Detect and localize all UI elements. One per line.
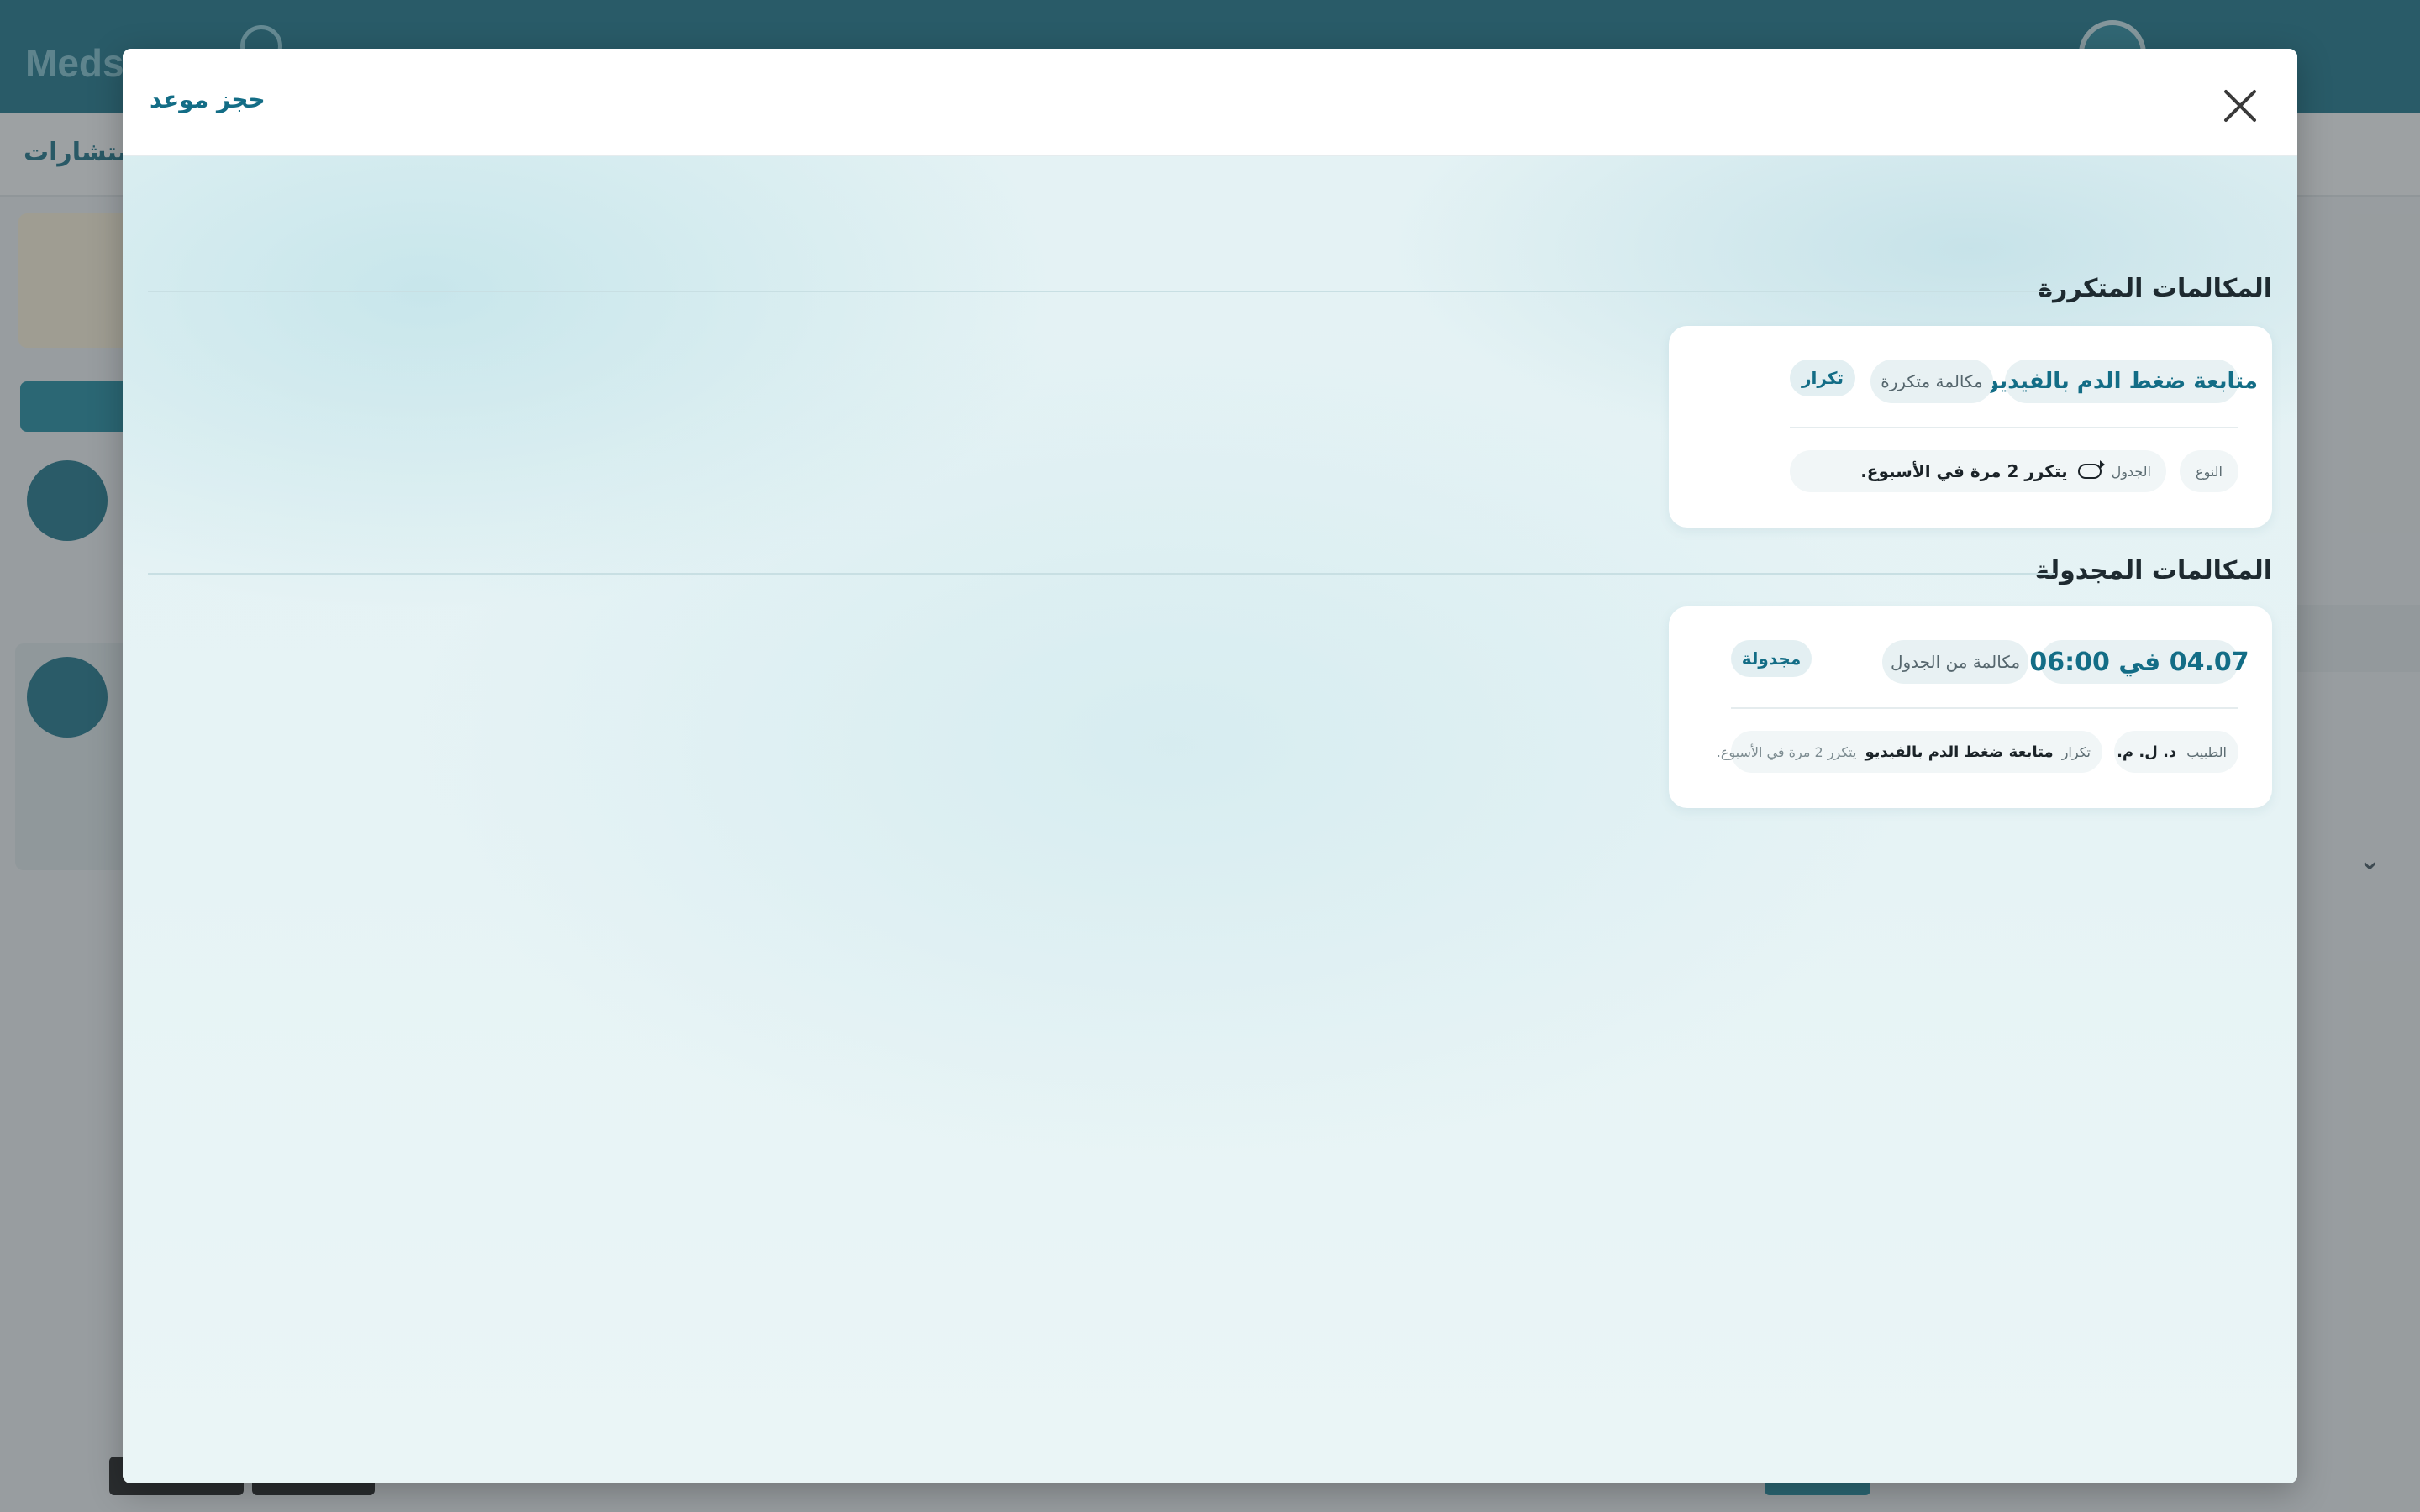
recurring-badge: تكرار	[1790, 360, 1855, 396]
schedule-value: يتكرر 2 مرة في الأسبوع.	[1860, 461, 2068, 481]
scheduled-section-title: المكالمات المجدولة	[2034, 556, 2272, 585]
card-divider	[1731, 707, 2238, 709]
recurring-call-card[interactable]: متابعة ضغط الدم بالفيديو مكالمة متكررة ت…	[1669, 326, 2272, 528]
section-divider	[148, 573, 2055, 575]
scheduled-type-pill: مكالمة من الجدول	[1882, 640, 2028, 684]
modal-body: المكالمات المتكررة متابعة ضغط الدم بالفي…	[123, 156, 2297, 1483]
modal-header: حجز موعد	[123, 49, 2297, 156]
repeat-label: تكرار	[2061, 743, 2091, 760]
recurring-call-name: متابعة ضغط الدم بالفيديو	[1986, 360, 2258, 403]
booking-modal: حجز موعد المكالمات المتكررة متابعة ضغط ا…	[123, 49, 2297, 1483]
modal-title: حجز موعد	[150, 86, 266, 113]
doctor-label: الطبيب	[2186, 743, 2227, 760]
scheduled-datetime: 04.07 في 06:00	[2029, 640, 2249, 684]
repeat-row: تكرار متابعة ضغط الدم بالفيديو يتكرر 2 م…	[1717, 731, 2102, 773]
schedule-row: الجدول يتكرر 2 مرة في الأسبوع.	[1790, 450, 2166, 492]
scheduled-call-card[interactable]: 04.07 في 06:00 مكالمة من الجدول مجدولة ا…	[1669, 606, 2272, 808]
section-divider	[148, 291, 2055, 292]
doctor-value: د. ل. م.	[2117, 743, 2177, 761]
recurring-type-pill: مكالمة متكررة	[1870, 360, 1993, 403]
close-icon[interactable]	[2217, 82, 2264, 129]
type-label-pill: النوع	[2180, 450, 2238, 492]
repeat-name: متابعة ضغط الدم بالفيديو	[1865, 743, 2054, 761]
repeat-detail: يتكرر 2 مرة في الأسبوع.	[1716, 743, 1857, 760]
scheduled-badge: مجدولة	[1731, 640, 1812, 677]
repeat-icon	[2077, 460, 2105, 479]
card-divider	[1790, 427, 2238, 428]
schedule-label: الجدول	[2111, 463, 2151, 480]
doctor-row: الطبيب د. ل. م.	[2114, 731, 2238, 773]
type-label: النوع	[2196, 463, 2223, 480]
recurring-section-title: المكالمات المتكررة	[2038, 274, 2272, 303]
